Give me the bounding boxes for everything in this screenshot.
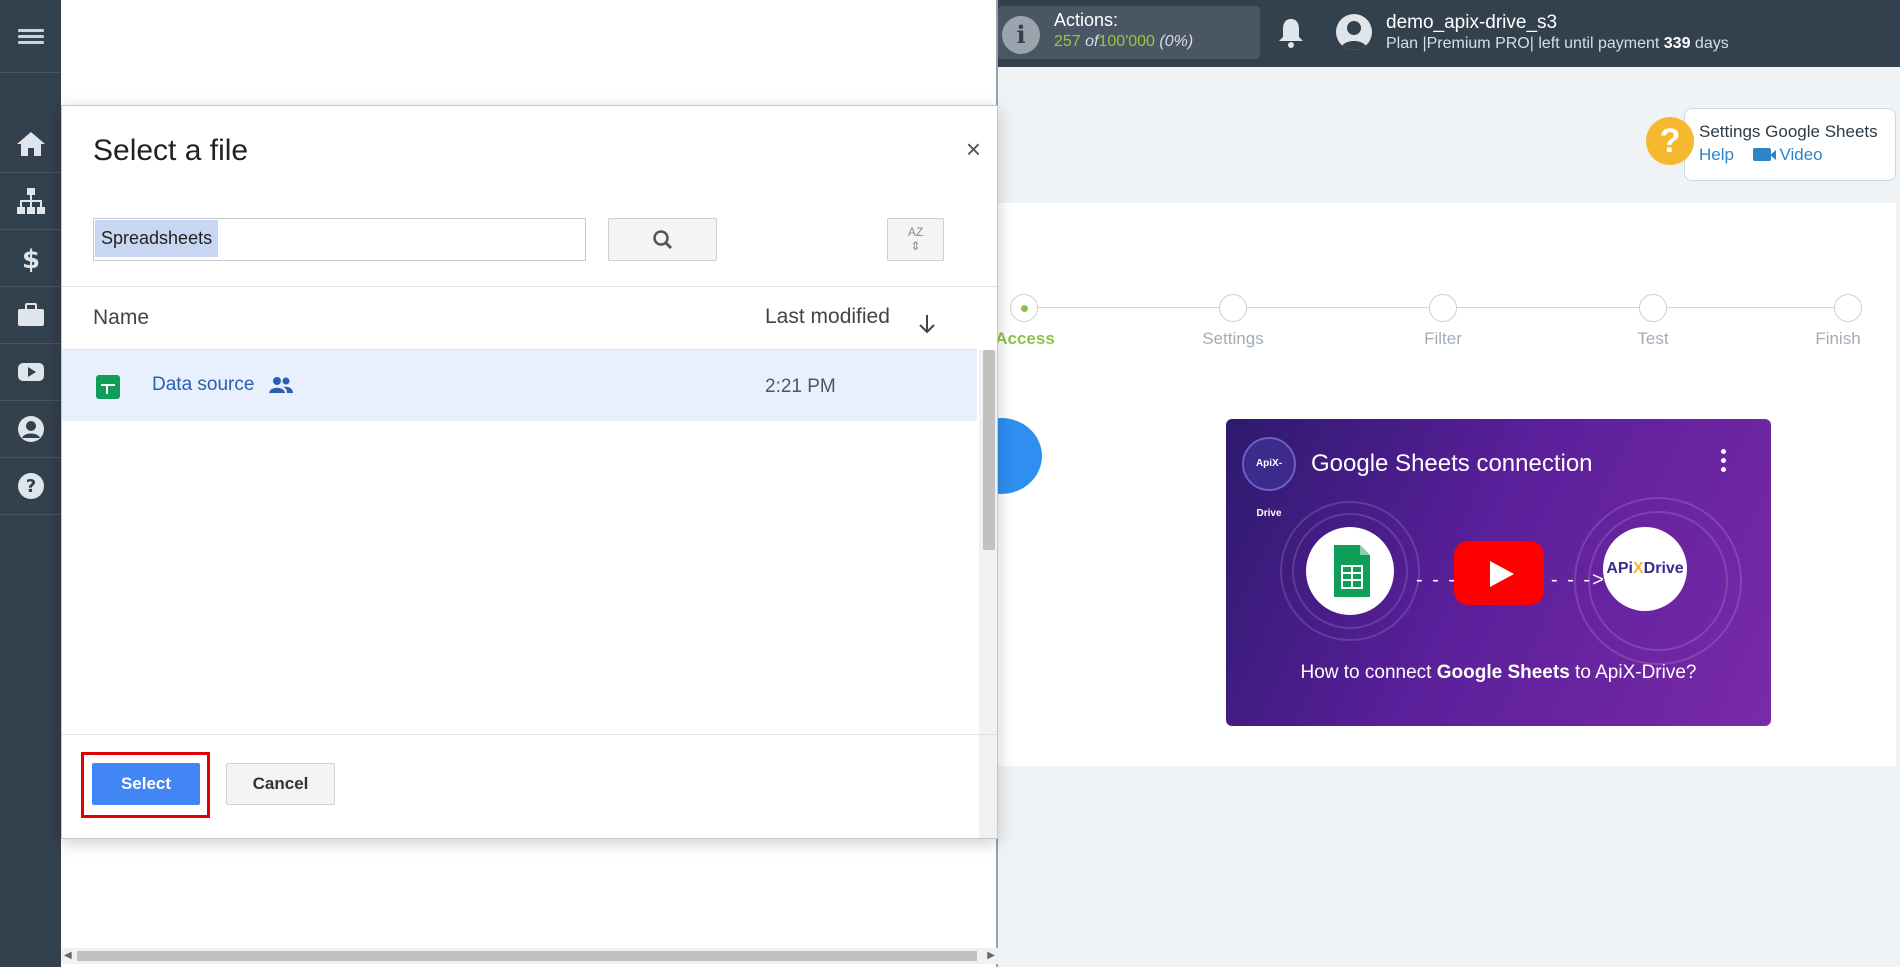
play-button[interactable] [1454, 541, 1544, 605]
divider [62, 734, 997, 735]
plan-suffix: days [1694, 35, 1729, 52]
brand-b: Drive [1643, 560, 1684, 577]
arrow-down-icon[interactable] [917, 312, 937, 336]
plan-prefix: Plan |Premium PRO| left until payment [1386, 35, 1660, 52]
search-button[interactable] [608, 218, 717, 261]
bell-icon[interactable] [1276, 16, 1306, 50]
brand-a: APi [1606, 560, 1633, 577]
search-icon [653, 230, 673, 250]
actions-total: 100'000 [1098, 33, 1155, 50]
svg-text:$: $ [21, 245, 39, 274]
step-label-filter[interactable]: Filter [1383, 329, 1503, 349]
select-file-dialog: Select a file × Spreadsheets AZ ⇕ Name L… [61, 105, 998, 839]
cancel-button[interactable]: Cancel [226, 763, 335, 805]
scroll-left-icon[interactable]: ◀ [64, 950, 72, 961]
sort-az-button[interactable]: AZ ⇕ [887, 218, 944, 261]
divider [62, 286, 997, 287]
svg-text:?: ? [25, 476, 35, 497]
actions-used: 257 [1054, 33, 1081, 50]
horizontal-scrollbar[interactable]: ◀ ▶ [61, 948, 998, 964]
step-label-settings[interactable]: Settings [1173, 329, 1293, 349]
sort-az-icon: AZ [907, 225, 924, 239]
top-header: i Actions: 257 of100'000 (0%) demo_apix-… [998, 0, 1900, 67]
actions-percent: (0%) [1159, 33, 1194, 50]
table-row[interactable]: Data source 2:21 PM [62, 350, 977, 421]
sidebar-item-profile[interactable] [0, 401, 61, 458]
avatar[interactable] [1336, 14, 1372, 50]
video-thumbnail[interactable]: ApiX-Drive Google Sheets connection - - … [1226, 419, 1771, 726]
help-icon: ? [17, 473, 44, 499]
search-value: Spreadsheets [95, 220, 219, 257]
plan-info: Plan |Premium PRO| left until payment 33… [1386, 35, 1729, 53]
actions-of: of [1085, 33, 1099, 50]
actions-counter: i Actions: 257 of100'000 (0%) [998, 6, 1260, 59]
brand-x: X [1632, 560, 1644, 577]
column-header-name[interactable]: Name [93, 306, 149, 330]
briefcase-icon [17, 303, 44, 326]
actions-value: 257 of100'000 (0%) [1054, 33, 1193, 51]
scrollbar-thumb[interactable] [983, 350, 995, 550]
dash-left: - - - [1416, 569, 1458, 591]
info-icon: i [1002, 16, 1040, 54]
dollar-icon: $ [21, 245, 39, 274]
column-header-modified[interactable]: Last modified [765, 305, 890, 329]
sitemap-icon [16, 188, 45, 214]
youtube-icon [17, 363, 44, 381]
home-icon [16, 132, 45, 156]
sidebar-item-billing[interactable]: $ [0, 230, 61, 287]
google-sheets-file-icon [96, 375, 120, 399]
caption-post: to ApiX-Drive? [1575, 662, 1697, 683]
step-label-test[interactable]: Test [1593, 329, 1713, 349]
search-input[interactable]: Spreadsheets [93, 218, 586, 261]
sort-arrows-icon: ⇕ [910, 239, 921, 253]
apix-logo-circle: APiXDrive [1603, 527, 1687, 611]
actions-label: Actions: [1054, 10, 1119, 30]
step-dot-filter[interactable] [1429, 294, 1457, 322]
sidebar-item-services[interactable] [0, 287, 61, 344]
step-dot-test[interactable] [1639, 294, 1667, 322]
sidebar-item-help[interactable]: ? [0, 458, 61, 515]
sidebar-item-connections[interactable] [0, 173, 61, 230]
select-button[interactable]: Select [92, 763, 200, 805]
shared-people-icon [269, 377, 293, 393]
app-root: $ ? i Actions: 257 of100'000 (0%) demo_a… [0, 0, 1900, 967]
video-caption: How to connect Google Sheets to ApiX-Dri… [1226, 662, 1771, 684]
menu-icon[interactable] [0, 0, 61, 73]
sidebar: $ ? [0, 0, 61, 967]
username[interactable]: demo_apix-drive_s3 [1386, 12, 1557, 34]
close-icon[interactable]: × [966, 134, 981, 165]
sheets-logo-circle [1306, 527, 1394, 615]
apix-logo: APiXDrive [1606, 560, 1683, 577]
dialog-title: Select a file [93, 134, 249, 167]
sidebar-item-home[interactable] [0, 116, 61, 173]
help-links: Help Video [1699, 145, 1823, 165]
google-sheets-icon [1334, 545, 1370, 597]
help-link[interactable]: Help [1699, 145, 1734, 164]
step-dot-settings[interactable] [1219, 294, 1247, 322]
horizontal-scrollbar-thumb[interactable] [77, 951, 977, 961]
more-vert-icon[interactable] [1721, 449, 1727, 476]
user-avatar-icon [1340, 21, 1368, 50]
sidebar-item-videos[interactable] [0, 344, 61, 401]
video-title: Google Sheets connection [1311, 450, 1593, 477]
video-camera-icon [1752, 148, 1771, 161]
file-modified: 2:21 PM [765, 376, 836, 397]
caption-bold: Google Sheets [1436, 662, 1570, 683]
step-dot-finish[interactable] [1834, 294, 1862, 322]
help-title: Settings Google Sheets [1699, 122, 1878, 141]
step-label-finish[interactable]: Finish [1778, 329, 1898, 349]
channel-logo: ApiX-Drive [1242, 437, 1296, 519]
caption-pre: How to connect [1300, 662, 1432, 683]
question-icon: ? [1646, 117, 1694, 165]
plan-days: 339 [1663, 35, 1691, 52]
scroll-right-icon[interactable]: ▶ [987, 950, 995, 961]
user-icon [17, 416, 44, 442]
file-name: Data source [152, 374, 255, 395]
video-link[interactable]: Video [1779, 145, 1822, 164]
step-dot-access[interactable] [1010, 294, 1038, 322]
